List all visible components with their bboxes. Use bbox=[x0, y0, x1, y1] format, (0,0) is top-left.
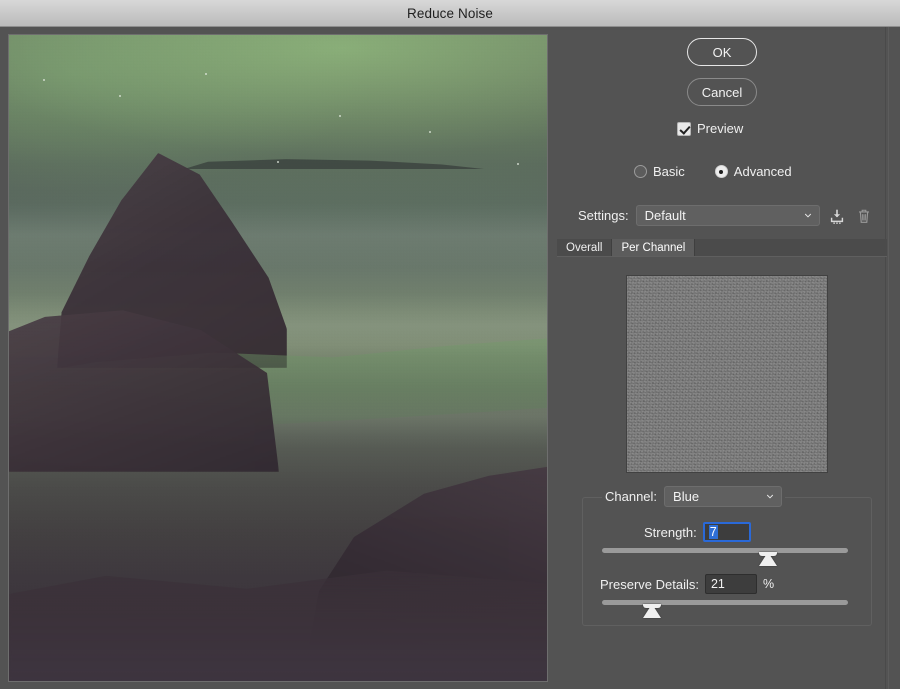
strength-input[interactable]: 7 bbox=[702, 522, 751, 542]
radio-unchecked-icon[interactable] bbox=[634, 165, 647, 178]
cancel-button[interactable]: Cancel bbox=[687, 78, 757, 106]
chevron-down-icon bbox=[766, 494, 774, 498]
preserve-details-slider-track[interactable] bbox=[602, 600, 848, 605]
chevron-down-icon bbox=[804, 213, 811, 217]
tab-per-channel-label: Per Channel bbox=[621, 242, 686, 254]
channel-noise-preview[interactable] bbox=[626, 275, 828, 473]
trash-icon[interactable] bbox=[854, 206, 874, 226]
title-bar: Reduce Noise bbox=[0, 0, 900, 27]
radio-advanced-label: Advanced bbox=[733, 164, 792, 179]
channel-row: Channel: Blue bbox=[602, 486, 786, 507]
strength-label: Strength: bbox=[644, 524, 697, 540]
tab-overall-label: Overall bbox=[566, 242, 603, 254]
preserve-details-row: Preserve Details: 21 % bbox=[600, 574, 774, 594]
preserve-details-label: Preserve Details: bbox=[600, 576, 699, 592]
tab-bar-filler bbox=[695, 239, 887, 257]
strength-row: Strength: 7 bbox=[644, 522, 751, 542]
preserve-details-input-value: 21 bbox=[710, 577, 725, 591]
preserve-details-slider-thumb[interactable] bbox=[643, 604, 661, 618]
preserve-details-unit: % bbox=[762, 577, 775, 591]
settings-row: Settings: Default bbox=[578, 205, 874, 226]
preserve-details-input[interactable]: 21 bbox=[704, 574, 757, 594]
channel-dropdown[interactable]: Blue bbox=[664, 486, 783, 507]
settings-label: Settings: bbox=[578, 208, 629, 223]
per-channel-group-box bbox=[582, 497, 872, 626]
mode-radio-group: Basic Advanced bbox=[634, 164, 792, 179]
settings-dropdown-value: Default bbox=[644, 208, 686, 223]
tab-per-channel[interactable]: Per Channel bbox=[612, 239, 696, 257]
settings-dropdown[interactable]: Default bbox=[635, 205, 820, 226]
channel-label: Channel: bbox=[605, 489, 658, 504]
strength-slider-track[interactable] bbox=[602, 548, 848, 553]
tab-bar: Overall Per Channel bbox=[557, 239, 887, 257]
radio-advanced[interactable]: Advanced bbox=[714, 164, 792, 179]
tab-overall[interactable]: Overall bbox=[557, 239, 613, 257]
preview-checkbox[interactable]: Preview bbox=[677, 121, 743, 136]
save-preset-icon[interactable] bbox=[827, 206, 847, 226]
source-image-preview[interactable] bbox=[8, 34, 548, 682]
panel-divider-highlight bbox=[888, 27, 889, 689]
radio-basic-label: Basic bbox=[653, 164, 685, 179]
checkmark-icon[interactable] bbox=[677, 121, 691, 136]
cancel-button-label: Cancel bbox=[701, 84, 743, 100]
strength-input-value: 7 bbox=[708, 525, 718, 539]
preview-checkbox-label: Preview bbox=[697, 121, 744, 136]
window-title: Reduce Noise bbox=[407, 5, 493, 21]
preview-noise-grain bbox=[9, 35, 547, 681]
panel-divider bbox=[885, 27, 886, 689]
channel-dropdown-value: Blue bbox=[673, 489, 700, 504]
radio-basic[interactable]: Basic bbox=[634, 164, 685, 179]
tab-bar-underline bbox=[557, 256, 887, 257]
strength-slider-thumb[interactable] bbox=[759, 552, 777, 566]
radio-checked-icon[interactable] bbox=[714, 165, 728, 178]
ok-button[interactable]: OK bbox=[687, 38, 757, 66]
ok-button-label: OK bbox=[712, 44, 732, 60]
reduce-noise-dialog: Reduce Noise OK Cancel Preview Basic Adv… bbox=[0, 0, 900, 689]
